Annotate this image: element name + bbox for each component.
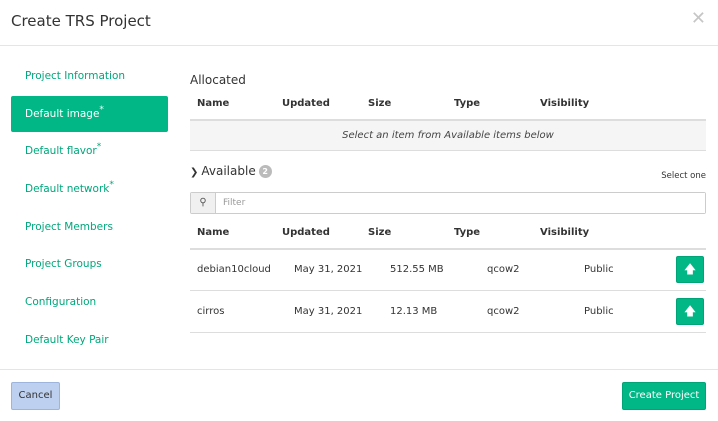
image-size: 512.55 MB <box>390 264 444 275</box>
image-visibility: Public <box>584 306 614 317</box>
create-project-button[interactable]: Create Project <box>622 382 706 410</box>
available-table-header: Name Updated Size Type Visibility <box>190 217 706 249</box>
nav-item-default-flavor[interactable]: Default flavor* <box>11 133 168 169</box>
nav-item-project-groups[interactable]: Project Groups <box>11 246 168 282</box>
create-trs-project-dialog: Create TRS Project ✕ Project Information… <box>0 0 718 421</box>
allocated-table-header: Name Updated Size Type Visibility <box>190 88 706 120</box>
image-name: cirros <box>197 306 225 317</box>
nav-item-project-information[interactable]: Project Information <box>11 58 168 94</box>
available-toggle[interactable]: ❯ Available 2 <box>190 164 272 178</box>
arrow-up-icon: 🡅 <box>683 304 697 318</box>
table-row: cirros May 31, 2021 12.13 MB qcow2 Publi… <box>190 291 706 333</box>
filter-box: ⚲ <box>190 192 706 214</box>
nav-item-project-members[interactable]: Project Members <box>11 209 168 245</box>
column-header-size[interactable]: Size <box>368 88 391 120</box>
chevron-down-icon: ❯ <box>190 167 199 178</box>
available-count-badge: 2 <box>258 165 272 178</box>
image-updated: May 31, 2021 <box>294 306 363 317</box>
arrow-up-icon: 🡅 <box>683 262 697 276</box>
nav-item-label: Default flavor <box>25 145 97 157</box>
column-header-updated[interactable]: Updated <box>282 217 330 249</box>
nav-item-label: Configuration <box>25 296 97 308</box>
nav-item-default-network[interactable]: Default network* <box>11 171 168 207</box>
column-header-type[interactable]: Type <box>454 88 480 120</box>
nav-item-label: Project Groups <box>25 258 102 270</box>
allocate-button[interactable]: 🡅 <box>676 256 704 283</box>
cancel-button[interactable]: Cancel <box>11 382 60 410</box>
nav-item-default-key-pair[interactable]: Default Key Pair <box>11 322 168 358</box>
column-header-updated[interactable]: Updated <box>282 88 330 120</box>
dialog-title: Create TRS Project <box>11 12 151 30</box>
required-marker: * <box>99 105 104 115</box>
select-hint: Select one <box>661 171 706 181</box>
available-title: Available <box>201 164 256 178</box>
allocate-button[interactable]: 🡅 <box>676 298 704 325</box>
allocated-title: Allocated <box>190 73 246 87</box>
dialog-footer: Cancel Create Project <box>0 369 718 421</box>
search-icon: ⚲ <box>191 193 216 213</box>
column-header-visibility[interactable]: Visibility <box>540 88 589 120</box>
column-header-size[interactable]: Size <box>368 217 391 249</box>
nav-item-default-image[interactable]: Default image* <box>11 96 168 132</box>
nav-item-configuration[interactable]: Configuration <box>11 284 168 320</box>
image-visibility: Public <box>584 264 614 275</box>
image-type: qcow2 <box>487 264 520 275</box>
nav-item-label: Project Members <box>25 221 113 233</box>
nav-item-label: Project Information <box>25 70 126 82</box>
nav-item-label: Default Key Pair <box>25 334 109 346</box>
image-updated: May 31, 2021 <box>294 264 363 275</box>
image-name: debian10cloud <box>197 264 271 275</box>
allocated-empty-message: Select an item from Available items belo… <box>190 121 706 151</box>
column-header-type[interactable]: Type <box>454 217 480 249</box>
nav-item-label: Default network <box>25 183 110 195</box>
close-icon[interactable]: ✕ <box>691 8 706 29</box>
nav-item-label: Default image <box>25 108 100 120</box>
table-row: debian10cloud May 31, 2021 512.55 MB qco… <box>190 249 706 291</box>
column-header-visibility[interactable]: Visibility <box>540 217 589 249</box>
column-header-name[interactable]: Name <box>197 217 229 249</box>
dialog-header: Create TRS Project ✕ <box>0 0 718 46</box>
image-type: qcow2 <box>487 306 520 317</box>
required-marker: * <box>109 180 114 190</box>
column-header-name[interactable]: Name <box>197 88 229 120</box>
image-size: 12.13 MB <box>390 306 438 317</box>
required-marker: * <box>96 142 102 152</box>
filter-input[interactable] <box>217 193 705 213</box>
